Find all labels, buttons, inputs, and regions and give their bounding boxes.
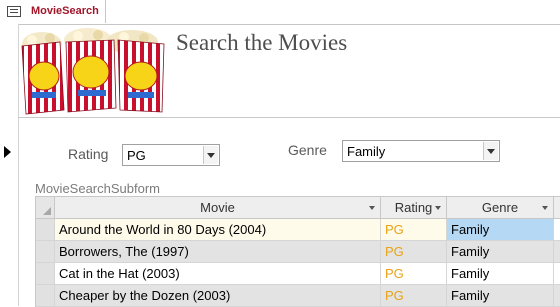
chevron-down-icon[interactable] [203, 146, 218, 164]
rating-cell[interactable]: PG [381, 263, 447, 285]
table-row[interactable]: Around the World in 80 Days (2004) PG Fa… [36, 219, 560, 241]
row-selector[interactable] [36, 219, 55, 241]
column-header-rating[interactable]: Rating [381, 197, 447, 219]
genre-cell[interactable]: Family [447, 219, 554, 241]
table-row[interactable]: Cheaper by the Dozen (2003) PG Family [36, 285, 560, 307]
rating-cell[interactable]: PG [381, 241, 447, 263]
column-header-movie[interactable]: Movie [55, 197, 381, 219]
movie-cell[interactable]: Around the World in 80 Days (2004) [55, 219, 381, 241]
table-row[interactable]: Borrowers, The (1997) PG Family [36, 241, 560, 263]
sort-dropdown-icon[interactable] [369, 206, 375, 210]
genre-filter-label: Genre [288, 142, 327, 158]
current-record-arrow-icon [4, 146, 11, 158]
tab-label: MovieSearch [31, 5, 99, 17]
chevron-down-icon[interactable] [483, 142, 498, 160]
page-title: Search the Movies [176, 30, 348, 55]
column-header-genre[interactable]: Genre [447, 197, 554, 219]
movie-cell[interactable]: Cat in the Hat (2003) [55, 263, 381, 285]
record-selector-bar[interactable] [0, 24, 19, 306]
select-all-icon [43, 207, 51, 215]
document-tab-strip: MovieSearch [0, 0, 560, 25]
column-header-label: Movie [200, 200, 235, 215]
rating-combo[interactable]: PG [122, 144, 220, 166]
header-filler [554, 197, 560, 219]
sort-dropdown-icon[interactable] [435, 206, 441, 210]
rating-cell[interactable]: PG [381, 219, 447, 241]
genre-cell[interactable]: Family [447, 241, 554, 263]
row-filler [554, 263, 560, 285]
form-header-divider [18, 117, 560, 118]
row-filler [554, 285, 560, 307]
movie-cell[interactable]: Cheaper by the Dozen (2003) [55, 285, 381, 307]
sort-dropdown-icon[interactable] [542, 206, 548, 210]
rating-combo-value: PG [127, 148, 146, 163]
movie-cell[interactable]: Borrowers, The (1997) [55, 241, 381, 263]
column-header-label: Genre [481, 200, 519, 215]
popcorn-logo-image [21, 28, 165, 115]
rating-cell[interactable]: PG [381, 285, 447, 307]
row-filler [554, 219, 560, 241]
row-selector[interactable] [36, 285, 55, 307]
datasheet-header-row: Movie Rating Genre [36, 197, 560, 219]
genre-cell[interactable]: Family [447, 285, 554, 307]
form-icon [7, 6, 21, 17]
column-header-label: Rating [394, 200, 433, 215]
genre-cell[interactable]: Family [447, 263, 554, 285]
rating-filter-label: Rating [68, 146, 109, 162]
table-row[interactable]: Cat in the Hat (2003) PG Family [36, 263, 560, 285]
select-all-corner[interactable] [36, 197, 55, 219]
row-selector[interactable] [36, 263, 55, 285]
movie-search-subform-datasheet: Movie Rating Genre Around the World in 8… [35, 196, 560, 307]
row-selector[interactable] [36, 241, 55, 263]
tab-moviesearch[interactable]: MovieSearch [0, 0, 106, 23]
subform-label: MovieSearchSubform [35, 181, 160, 196]
genre-combo-value: Family [347, 144, 386, 159]
row-filler [554, 241, 560, 263]
genre-combo[interactable]: Family [342, 140, 500, 162]
